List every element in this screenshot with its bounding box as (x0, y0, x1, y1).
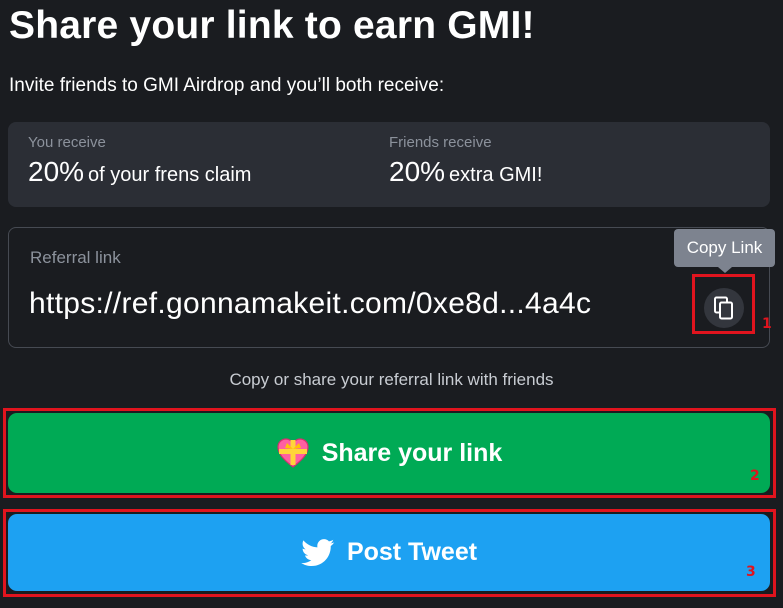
friends-receive-label: Friends receive (389, 134, 492, 151)
annotation-box-share (3, 408, 776, 498)
you-receive-value: 20% of your frens claim (28, 156, 251, 188)
referral-link-url[interactable]: https://ref.gonnamakeit.com/0xe8d...4a4c (29, 287, 591, 321)
annotation-marker-2: 2 (750, 468, 760, 484)
friends-receive-percent: 20% (389, 156, 446, 187)
you-receive-percent: 20% (28, 156, 85, 187)
page-title: Share your link to earn GMI! (9, 4, 535, 47)
annotation-box-copy (692, 274, 755, 334)
rewards-card: You receive 20% of your frens claim Frien… (8, 122, 770, 207)
you-receive-block: You receive 20% of your frens claim (28, 134, 251, 188)
annotation-box-tweet (3, 509, 776, 597)
you-receive-label: You receive (28, 134, 106, 151)
friends-receive-description: extra GMI! (449, 164, 543, 186)
tooltip-arrow (718, 267, 732, 273)
friends-receive-value: 20% extra GMI! (389, 156, 542, 188)
you-receive-description: of your frens claim (88, 164, 252, 186)
referral-link-card: Referral link https://ref.gonnamakeit.co… (8, 227, 770, 348)
annotation-marker-1: 1 (762, 316, 772, 332)
share-hint-text: Copy or share your referral link with fr… (229, 370, 554, 389)
page-subtitle: Invite friends to GMI Airdrop and you’ll… (9, 75, 445, 96)
friends-receive-block: Friends receive 20% extra GMI! (389, 134, 542, 188)
referral-link-label: Referral link (30, 248, 121, 267)
copy-link-tooltip: Copy Link (674, 229, 775, 267)
annotation-marker-3: 3 (746, 564, 756, 580)
